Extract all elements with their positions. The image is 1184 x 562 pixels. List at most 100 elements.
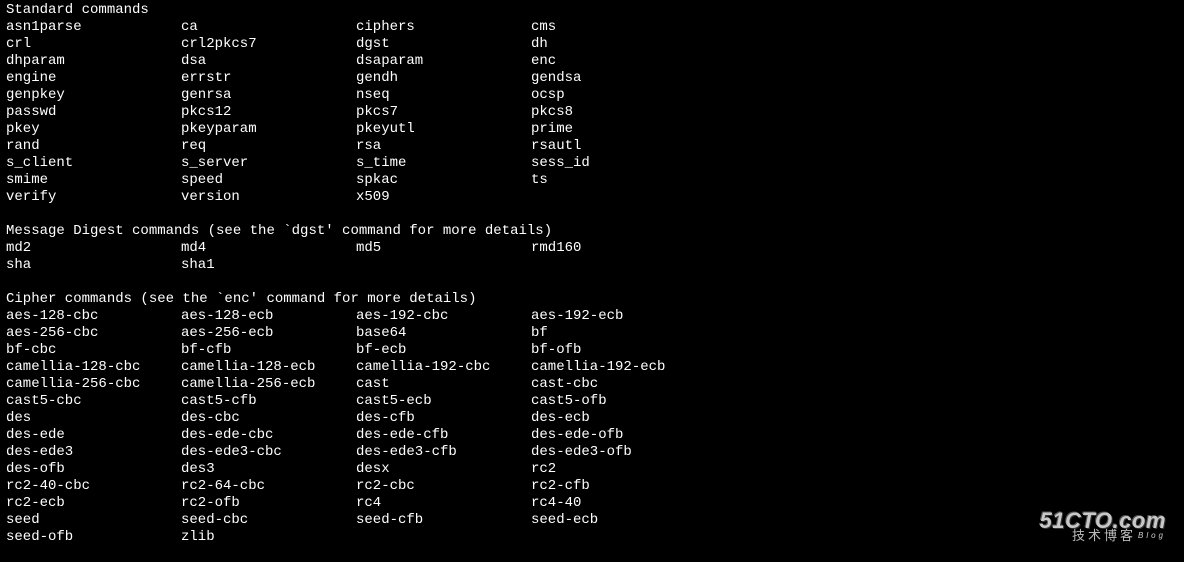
command-row: camellia-128-cbccamellia-128-ecbcamellia… [6, 359, 1178, 376]
command-cell: des-ede3-cfb [356, 444, 531, 461]
command-cell: dhparam [6, 53, 181, 70]
command-cell: aes-128-ecb [181, 308, 356, 325]
command-cell: seed-ofb [6, 529, 181, 546]
command-cell: genrsa [181, 87, 356, 104]
command-cell: gendh [356, 70, 531, 87]
command-cell: sess_id [531, 155, 706, 172]
command-cell: errstr [181, 70, 356, 87]
command-row: rc2-40-cbcrc2-64-cbcrc2-cbcrc2-cfb [6, 478, 1178, 495]
command-cell: version [181, 189, 356, 206]
command-row: s_clients_servers_timesess_id [6, 155, 1178, 172]
command-cell: sha1 [181, 257, 356, 274]
section-title: Standard commands [6, 2, 1178, 19]
command-cell: seed-ecb [531, 512, 706, 529]
command-row: dhparamdsadsaparamenc [6, 53, 1178, 70]
command-cell: passwd [6, 104, 181, 121]
command-row: camellia-256-cbccamellia-256-ecbcastcast… [6, 376, 1178, 393]
command-cell: nseq [356, 87, 531, 104]
command-cell: req [181, 138, 356, 155]
command-cell: seed [6, 512, 181, 529]
command-cell: dsa [181, 53, 356, 70]
blank-line [6, 274, 1178, 291]
command-cell: x509 [356, 189, 531, 206]
command-cell: aes-128-cbc [6, 308, 181, 325]
command-cell: sha [6, 257, 181, 274]
command-cell: des-ede3-cbc [181, 444, 356, 461]
command-cell: des-ede [6, 427, 181, 444]
command-cell: des3 [181, 461, 356, 478]
command-row: verifyversionx509 [6, 189, 1178, 206]
command-cell [531, 189, 706, 206]
command-cell: des [6, 410, 181, 427]
command-cell: desx [356, 461, 531, 478]
command-row: passwdpkcs12pkcs7pkcs8 [6, 104, 1178, 121]
command-cell: speed [181, 172, 356, 189]
command-cell: rand [6, 138, 181, 155]
command-cell: s_client [6, 155, 181, 172]
command-cell: cast5-ecb [356, 393, 531, 410]
command-cell [531, 529, 706, 546]
command-cell: des-ede-cfb [356, 427, 531, 444]
command-cell: bf-ofb [531, 342, 706, 359]
command-cell: pkcs12 [181, 104, 356, 121]
section-title: Cipher commands (see the `enc' command f… [6, 291, 1178, 308]
command-row: genpkeygenrsanseqocsp [6, 87, 1178, 104]
command-cell: ca [181, 19, 356, 36]
command-row: md2md4md5rmd160 [6, 240, 1178, 257]
command-cell: rc2-cfb [531, 478, 706, 495]
command-row: aes-128-cbcaes-128-ecbaes-192-cbcaes-192… [6, 308, 1178, 325]
command-row: desdes-cbcdes-cfbdes-ecb [6, 410, 1178, 427]
command-cell: pkcs7 [356, 104, 531, 121]
command-cell: rsautl [531, 138, 706, 155]
command-cell: pkeyutl [356, 121, 531, 138]
command-cell: aes-256-ecb [181, 325, 356, 342]
command-cell: md5 [356, 240, 531, 257]
command-cell: zlib [181, 529, 356, 546]
command-cell: des-cfb [356, 410, 531, 427]
command-cell: rc2 [531, 461, 706, 478]
command-cell: base64 [356, 325, 531, 342]
command-cell: verify [6, 189, 181, 206]
command-cell: des-ede-ofb [531, 427, 706, 444]
command-cell [531, 257, 706, 274]
command-row: pkeypkeyparampkeyutlprime [6, 121, 1178, 138]
command-row: rc2-ecbrc2-ofbrc4rc4-40 [6, 495, 1178, 512]
command-cell: md4 [181, 240, 356, 257]
command-row: smimespeedspkacts [6, 172, 1178, 189]
command-cell: cast5-ofb [531, 393, 706, 410]
command-cell: rc2-ecb [6, 495, 181, 512]
command-cell [356, 257, 531, 274]
command-row: seedseed-cbcseed-cfbseed-ecb [6, 512, 1178, 529]
command-cell: cast-cbc [531, 376, 706, 393]
command-cell: des-ede3-ofb [531, 444, 706, 461]
command-cell: bf-cbc [6, 342, 181, 359]
command-cell: pkcs8 [531, 104, 706, 121]
command-cell: cast [356, 376, 531, 393]
command-cell: crl [6, 36, 181, 53]
command-row: asn1parsecacipherscms [6, 19, 1178, 36]
terminal-output: Standard commandsasn1parsecacipherscmscr… [6, 2, 1178, 546]
command-cell: asn1parse [6, 19, 181, 36]
command-cell: crl2pkcs7 [181, 36, 356, 53]
command-cell: gendsa [531, 70, 706, 87]
command-cell: camellia-128-cbc [6, 359, 181, 376]
command-cell: pkeyparam [181, 121, 356, 138]
command-cell: camellia-256-cbc [6, 376, 181, 393]
command-row: cast5-cbccast5-cfbcast5-ecbcast5-ofb [6, 393, 1178, 410]
command-row: seed-ofbzlib [6, 529, 1178, 546]
command-cell: smime [6, 172, 181, 189]
command-row: crlcrl2pkcs7dgstdh [6, 36, 1178, 53]
command-row: engineerrstrgendhgendsa [6, 70, 1178, 87]
command-cell: rmd160 [531, 240, 706, 257]
command-cell: seed-cfb [356, 512, 531, 529]
command-row: shasha1 [6, 257, 1178, 274]
command-cell: aes-192-cbc [356, 308, 531, 325]
command-cell: rc4-40 [531, 495, 706, 512]
command-row: bf-cbcbf-cfbbf-ecbbf-ofb [6, 342, 1178, 359]
command-cell: enc [531, 53, 706, 70]
command-cell: bf-cfb [181, 342, 356, 359]
command-cell: bf-ecb [356, 342, 531, 359]
command-cell: rc2-ofb [181, 495, 356, 512]
command-cell: md2 [6, 240, 181, 257]
command-row: randreqrsarsautl [6, 138, 1178, 155]
